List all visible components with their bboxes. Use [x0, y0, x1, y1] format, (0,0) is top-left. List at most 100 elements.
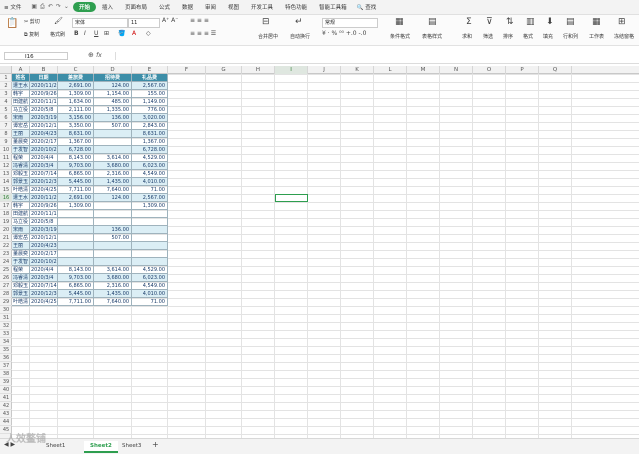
table-cell[interactable]	[94, 210, 132, 218]
sort-icon[interactable]: ⇅	[506, 17, 514, 27]
table-cell[interactable]: 2020/11/17	[30, 210, 58, 218]
row-header-43[interactable]: 43	[0, 410, 12, 418]
table-cell[interactable]: 2020/3/19	[30, 226, 58, 234]
row-header-30[interactable]: 30	[0, 306, 12, 314]
fx-icon[interactable]: fx	[96, 52, 102, 59]
table-cell[interactable]: 招待费	[94, 74, 132, 82]
chevron-down-icon[interactable]: ⌄	[64, 3, 69, 11]
fill-color-icon[interactable]: 🪣	[118, 30, 125, 37]
table-cell[interactable]: 于发智	[12, 258, 30, 266]
table-cell[interactable]: 田建航	[12, 210, 30, 218]
table-cell[interactable]: 董晨奕	[12, 250, 30, 258]
tab-8[interactable]: 特色功能	[279, 3, 313, 11]
search-command[interactable]: 🔍 查找	[353, 3, 383, 11]
sort-button[interactable]: 排序	[503, 33, 513, 40]
tab-4[interactable]: 数据	[176, 3, 199, 11]
table-cell[interactable]: 韩宇	[12, 90, 30, 98]
row-header-7[interactable]: 7	[0, 122, 12, 130]
row-header-26[interactable]: 26	[0, 274, 12, 282]
table-cell[interactable]: 2020/5/8	[30, 106, 58, 114]
row-header-8[interactable]: 8	[0, 130, 12, 138]
row-header-4[interactable]: 4	[0, 98, 12, 106]
table-style-icon[interactable]: ▤	[428, 17, 437, 27]
table-cell[interactable]: 宋雨	[12, 114, 30, 122]
table-cell[interactable]: 2020/4/25	[30, 186, 58, 194]
table-cell[interactable]: 1,149.00	[132, 98, 168, 106]
table-cell[interactable]	[132, 250, 168, 258]
table-cell[interactable]: 5,445.00	[58, 178, 94, 186]
wrap-icon[interactable]: ↵	[295, 17, 303, 27]
table-cell[interactable]: 1,634.00	[58, 98, 94, 106]
table-cell[interactable]: 7,640.00	[94, 186, 132, 194]
tab-2[interactable]: 页面布局	[119, 3, 153, 11]
column-header-F[interactable]: F	[168, 66, 206, 74]
table-cell[interactable]: 2020/11/23	[30, 194, 58, 202]
grow-font-icon[interactable]: A⁺ A⁻	[162, 17, 178, 24]
table-cell[interactable]: 日期	[30, 74, 58, 82]
table-cell[interactable]: 马立役	[12, 106, 30, 114]
table-cell[interactable]: 6,728.00	[58, 146, 94, 154]
table-cell[interactable]: 2020/10/26	[30, 258, 58, 266]
row-header-16[interactable]: 16	[0, 194, 12, 202]
table-cell[interactable]: 4,529.00	[132, 266, 168, 274]
table-cell[interactable]: 124.00	[94, 82, 132, 90]
table-cell[interactable]: 郭景玉	[12, 290, 30, 298]
tab-6[interactable]: 视图	[222, 3, 245, 11]
row-header-33[interactable]: 33	[0, 330, 12, 338]
table-cell[interactable]: 1,335.00	[94, 106, 132, 114]
format-button[interactable]: 格式	[523, 33, 533, 40]
tab-7[interactable]: 开发工具	[245, 3, 279, 11]
table-cell[interactable]: 9,703.00	[58, 162, 94, 170]
table-cell[interactable]: 3,614.00	[94, 154, 132, 162]
active-cell-outline[interactable]	[275, 194, 308, 202]
table-cell[interactable]: 程荣	[12, 154, 30, 162]
filter-button[interactable]: 筛选	[483, 33, 493, 40]
table-cell[interactable]: 8,631.00	[132, 130, 168, 138]
cell-area[interactable]: 姓名 日期 差旅费 招待费 礼品费 遭王水 2020/11/23 2,691.00 124.00…	[12, 74, 639, 438]
underline-icon[interactable]: U	[94, 30, 98, 37]
column-header-L[interactable]: L	[374, 66, 407, 74]
redo-icon[interactable]: ↷	[56, 3, 61, 11]
table-cell[interactable]: 155.00	[132, 90, 168, 98]
table-cell[interactable]	[58, 234, 94, 242]
row-header-40[interactable]: 40	[0, 386, 12, 394]
table-cell[interactable]: 1,309.00	[58, 202, 94, 210]
row-header-5[interactable]: 5	[0, 106, 12, 114]
table-cell[interactable]: 2020/12/11	[30, 122, 58, 130]
table-cell[interactable]: 2,567.00	[132, 194, 168, 202]
conditional-format-button[interactable]: 条件格式	[390, 33, 410, 40]
table-cell[interactable]: 2020/10/26	[30, 146, 58, 154]
table-cell[interactable]: 2020/9/26	[30, 90, 58, 98]
table-cell[interactable]: 6,728.00	[132, 146, 168, 154]
row-header-32[interactable]: 32	[0, 322, 12, 330]
table-cell[interactable]: 71.00	[132, 298, 168, 306]
table-cell[interactable]	[94, 250, 132, 258]
table-cell[interactable]	[58, 250, 94, 258]
table-cell[interactable]: 马立役	[12, 218, 30, 226]
table-cell[interactable]: 6,865.00	[58, 282, 94, 290]
sum-button[interactable]: 求和	[462, 33, 472, 40]
row-header-35[interactable]: 35	[0, 346, 12, 354]
table-cell[interactable]: 8,631.00	[58, 130, 94, 138]
column-header-G[interactable]: G	[206, 66, 242, 74]
select-all-corner[interactable]	[0, 66, 12, 74]
table-cell[interactable]: 6,865.00	[58, 170, 94, 178]
table-cell[interactable]: 2020/5/8	[30, 218, 58, 226]
table-cell[interactable]: 3,680.00	[94, 162, 132, 170]
column-header-E[interactable]: E	[132, 66, 168, 74]
worksheet-button[interactable]: 工作表	[589, 33, 604, 40]
table-cell[interactable]: 差旅费	[58, 74, 94, 82]
table-cell[interactable]: 王丽	[12, 242, 30, 250]
zoom-icon[interactable]: ⊕	[88, 51, 94, 59]
table-cell[interactable]: 2020/3/19	[30, 114, 58, 122]
table-cell[interactable]: 2020/12/11	[30, 234, 58, 242]
column-header-I[interactable]: I	[275, 66, 308, 74]
row-header-13[interactable]: 13	[0, 170, 12, 178]
currency-icon[interactable]: ¥ · % ⁰⁰ +.0 -.0	[322, 30, 366, 37]
table-cell[interactable]	[94, 218, 132, 226]
table-cell[interactable]: 2,316.00	[94, 282, 132, 290]
table-cell[interactable]: 2,691.00	[58, 194, 94, 202]
table-cell[interactable]: 2020/2/17	[30, 138, 58, 146]
table-cell[interactable]: 礼品费	[132, 74, 168, 82]
row-header-24[interactable]: 24	[0, 258, 12, 266]
